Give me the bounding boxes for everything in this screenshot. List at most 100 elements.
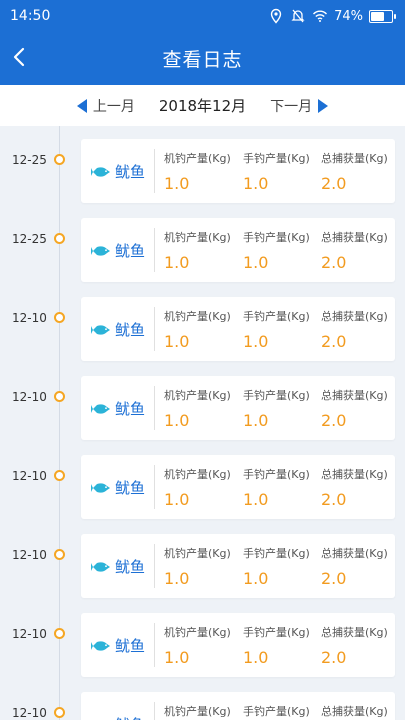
fish-icon bbox=[91, 482, 110, 493]
log-row: 12-10 鱿鱼 机钓产量(Kg) 1.0 手钓产量(Kg) 1.0 bbox=[0, 284, 405, 361]
hand-yield-value: 1.0 bbox=[243, 490, 269, 509]
hand-yield-label: 手钓产量(Kg) bbox=[243, 626, 310, 639]
hand-yield: 手钓产量(Kg) 1.0 bbox=[243, 229, 310, 272]
hand-yield-value: 1.0 bbox=[243, 332, 269, 351]
machine-yield-label: 机钓产量(Kg) bbox=[164, 547, 231, 560]
prev-month-button[interactable]: 上一月 bbox=[76, 96, 135, 116]
machine-yield: 机钓产量(Kg) 1.0 bbox=[164, 308, 231, 351]
species-block: 鱿鱼 bbox=[91, 240, 145, 261]
machine-yield: 机钓产量(Kg) 1.0 bbox=[164, 387, 231, 430]
total-catch: 总捕获量(Kg) 2.0 bbox=[321, 624, 388, 667]
total-catch-label: 总捕获量(Kg) bbox=[321, 626, 388, 639]
fish-icon bbox=[91, 561, 110, 572]
log-card[interactable]: 鱿鱼 机钓产量(Kg) 1.0 手钓产量(Kg) 1.0 总捕获量(Kg) 2.… bbox=[81, 297, 395, 361]
prev-month-label: 上一月 bbox=[92, 98, 135, 115]
species-name: 鱿鱼 bbox=[115, 163, 146, 181]
total-catch-label: 总捕获量(Kg) bbox=[321, 389, 388, 402]
timeline-dot bbox=[54, 549, 65, 560]
machine-yield: 机钓产量(Kg) 1.0 bbox=[164, 229, 231, 272]
total-catch: 总捕获量(Kg) 2.0 bbox=[321, 466, 388, 509]
log-card[interactable]: 鱿鱼 机钓产量(Kg) 1.0 手钓产量(Kg) 1.0 总捕获量(Kg) 2.… bbox=[81, 613, 395, 677]
log-card[interactable]: 鱿鱼 机钓产量(Kg) 1.0 手钓产量(Kg) 1.0 总捕获量(Kg) 2.… bbox=[81, 218, 395, 282]
log-card[interactable]: 鱿鱼 机钓产量(Kg) 1.0 手钓产量(Kg) 1.0 总捕获量(Kg) 2.… bbox=[81, 139, 395, 203]
species-name: 鱿鱼 bbox=[115, 321, 146, 339]
timeline-dot bbox=[54, 233, 65, 244]
species-block: 鱿鱼 bbox=[91, 635, 145, 656]
status-time: 14:50 bbox=[10, 8, 51, 24]
total-catch-label: 总捕获量(Kg) bbox=[321, 468, 388, 481]
log-row: 12-10 鱿鱼 机钓产量(Kg) 1.0 手钓产量(Kg) 1.0 bbox=[0, 521, 405, 598]
app-root: 14:50 74% 查看日志 上一月 2018年12月 下一月 12-25 鱿鱼… bbox=[0, 0, 405, 720]
hand-yield: 手钓产量(Kg) 1.0 bbox=[243, 466, 310, 509]
entry-date: 12-10 bbox=[12, 627, 47, 641]
app-header: 14:50 74% 查看日志 bbox=[0, 0, 405, 85]
hand-yield-label: 手钓产量(Kg) bbox=[243, 468, 310, 481]
timeline-dot bbox=[54, 470, 65, 481]
hand-yield: 手钓产量(Kg) 1.0 bbox=[243, 624, 310, 667]
log-card[interactable]: 鱿鱼 机钓产量(Kg) 1.0 手钓产量(Kg) 1.0 总捕获量(Kg) 2.… bbox=[81, 692, 395, 720]
log-row: 12-10 鱿鱼 机钓产量(Kg) 1.0 手钓产量(Kg) 1.0 bbox=[0, 442, 405, 519]
machine-yield: 机钓产量(Kg) 1.0 bbox=[164, 150, 231, 193]
entry-date: 12-25 bbox=[12, 232, 47, 246]
total-catch: 总捕获量(Kg) 2.0 bbox=[321, 229, 388, 272]
species-block: 鱿鱼 bbox=[91, 714, 145, 720]
species-name: 鱿鱼 bbox=[115, 558, 146, 576]
fish-icon bbox=[91, 403, 110, 414]
log-row: 12-10 鱿鱼 机钓产量(Kg) 1.0 手钓产量(Kg) 1.0 bbox=[0, 679, 405, 720]
machine-yield-value: 1.0 bbox=[164, 174, 190, 193]
timeline-dot bbox=[54, 628, 65, 639]
total-catch-value: 2.0 bbox=[321, 490, 347, 509]
log-row: 12-10 鱿鱼 机钓产量(Kg) 1.0 手钓产量(Kg) 1.0 bbox=[0, 600, 405, 677]
entry-date: 12-10 bbox=[12, 390, 47, 404]
species-name: 鱿鱼 bbox=[115, 242, 146, 260]
next-month-button[interactable]: 下一月 bbox=[270, 96, 329, 116]
log-card[interactable]: 鱿鱼 机钓产量(Kg) 1.0 手钓产量(Kg) 1.0 总捕获量(Kg) 2.… bbox=[81, 534, 395, 598]
total-catch-label: 总捕获量(Kg) bbox=[321, 705, 388, 718]
page-title: 查看日志 bbox=[162, 49, 243, 71]
hand-yield: 手钓产量(Kg) 1.0 bbox=[243, 545, 310, 588]
fish-icon bbox=[91, 640, 110, 651]
status-bar: 14:50 74% bbox=[0, 0, 405, 33]
next-month-label: 下一月 bbox=[270, 98, 313, 115]
machine-yield-label: 机钓产量(Kg) bbox=[164, 152, 231, 165]
hand-yield: 手钓产量(Kg) 1.0 bbox=[243, 308, 310, 351]
location-icon bbox=[270, 8, 282, 24]
species-block: 鱿鱼 bbox=[91, 398, 145, 419]
card-divider bbox=[154, 702, 155, 720]
log-row: 12-10 鱿鱼 机钓产量(Kg) 1.0 手钓产量(Kg) 1.0 bbox=[0, 363, 405, 440]
log-card[interactable]: 鱿鱼 机钓产量(Kg) 1.0 手钓产量(Kg) 1.0 总捕获量(Kg) 2.… bbox=[81, 455, 395, 519]
machine-yield-value: 1.0 bbox=[164, 490, 190, 509]
timeline-dot bbox=[54, 707, 65, 718]
species-name: 鱿鱼 bbox=[115, 400, 146, 418]
title-bar: 查看日志 bbox=[0, 33, 405, 85]
machine-yield-label: 机钓产量(Kg) bbox=[164, 231, 231, 244]
card-divider bbox=[154, 307, 155, 351]
hand-yield: 手钓产量(Kg) 1.0 bbox=[243, 150, 310, 193]
machine-yield-label: 机钓产量(Kg) bbox=[164, 389, 231, 402]
entry-date: 12-10 bbox=[12, 706, 47, 720]
hand-yield-label: 手钓产量(Kg) bbox=[243, 389, 310, 402]
fish-icon bbox=[91, 324, 110, 335]
hand-yield-label: 手钓产量(Kg) bbox=[243, 547, 310, 560]
total-catch-value: 2.0 bbox=[321, 253, 347, 272]
timeline-dot bbox=[54, 154, 65, 165]
status-icons: 74% bbox=[268, 7, 396, 25]
log-card[interactable]: 鱿鱼 机钓产量(Kg) 1.0 手钓产量(Kg) 1.0 总捕获量(Kg) 2.… bbox=[81, 376, 395, 440]
machine-yield: 机钓产量(Kg) 1.0 bbox=[164, 545, 231, 588]
total-catch-label: 总捕获量(Kg) bbox=[321, 547, 388, 560]
machine-yield-value: 1.0 bbox=[164, 569, 190, 588]
species-block: 鱿鱼 bbox=[91, 556, 145, 577]
species-block: 鱿鱼 bbox=[91, 477, 145, 498]
entry-date: 12-10 bbox=[12, 548, 47, 562]
mute-bell-icon bbox=[291, 9, 305, 23]
total-catch-value: 2.0 bbox=[321, 569, 347, 588]
species-name: 鱿鱼 bbox=[115, 479, 146, 497]
hand-yield-value: 1.0 bbox=[243, 174, 269, 193]
machine-yield: 机钓产量(Kg) 1.0 bbox=[164, 466, 231, 509]
hand-yield-label: 手钓产量(Kg) bbox=[243, 310, 310, 323]
total-catch-value: 2.0 bbox=[321, 648, 347, 667]
total-catch-label: 总捕获量(Kg) bbox=[321, 152, 388, 165]
battery-level bbox=[371, 11, 385, 21]
hand-yield-label: 手钓产量(Kg) bbox=[243, 705, 310, 718]
current-month: 2018年12月 bbox=[158, 97, 247, 115]
